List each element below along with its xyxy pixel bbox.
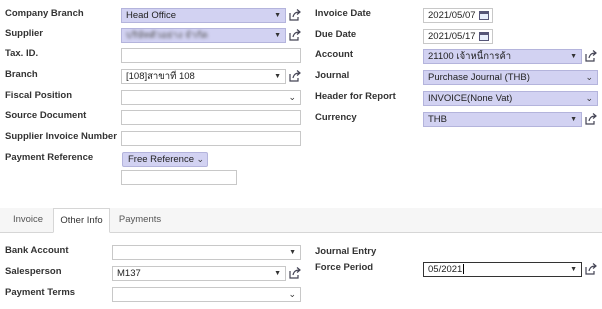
notebook-tab-bar: Invoice Other Info Payments (0, 208, 602, 233)
dropdown-arrow-icon: ▼ (570, 53, 577, 60)
force-period-select[interactable]: 05/2021 ▼ (423, 262, 582, 277)
supplier-value: บริษัทตัวอย่าง จำกัด (126, 30, 208, 41)
salesperson-label: Salesperson (5, 266, 62, 277)
salesperson-value: M137 (117, 268, 141, 279)
dropdown-arrow-icon: ▼ (570, 266, 577, 273)
calendar-icon[interactable] (479, 32, 489, 41)
payment-reference-value: Free Reference (128, 154, 195, 165)
invoice-date-value: 2021/05/07 (428, 10, 476, 21)
dropdown-arrow-icon: ▼ (274, 12, 281, 19)
dropdown-arrow-icon: ▼ (289, 249, 296, 256)
chevron-down-icon: ⌄ (585, 72, 593, 82)
tab-payments[interactable]: Payments (112, 208, 168, 232)
company-branch-select[interactable]: Head Office ▼ (121, 8, 286, 23)
text-cursor (463, 264, 465, 275)
supplier-invoice-number-input[interactable] (121, 131, 301, 146)
dropdown-arrow-icon: ▼ (274, 32, 281, 39)
external-link-icon[interactable] (585, 113, 597, 125)
payment-terms-label: Payment Terms (5, 287, 76, 298)
payment-terms-select[interactable]: ⌄ (112, 287, 301, 302)
payment-reference-label: Payment Reference (5, 152, 94, 163)
chevron-down-icon: ⌄ (585, 93, 593, 103)
journal-entry-label: Journal Entry (315, 246, 377, 257)
dropdown-arrow-icon: ▼ (570, 116, 577, 123)
bank-account-select[interactable]: ▼ (112, 245, 301, 260)
header-for-report-value: INVOICE(None Vat) (428, 93, 513, 104)
currency-select[interactable]: THB ▼ (423, 112, 582, 127)
fiscal-position-label: Fiscal Position (5, 90, 73, 101)
payment-reference-input[interactable] (121, 170, 237, 185)
external-link-icon[interactable] (585, 50, 597, 62)
calendar-icon[interactable] (479, 11, 489, 20)
tab-invoice[interactable]: Invoice (5, 208, 51, 232)
external-link-icon[interactable] (289, 267, 301, 279)
due-date-label: Due Date (315, 29, 357, 40)
journal-value: Purchase Journal (THB) (428, 72, 530, 83)
source-document-input[interactable] (121, 110, 301, 125)
force-period-value: 05/2021 (428, 264, 463, 275)
branch-select[interactable]: [108]สาขาที่ 108 ▼ (121, 69, 286, 84)
supplier-label: Supplier (5, 28, 44, 39)
external-link-icon[interactable] (585, 263, 597, 275)
invoice-date-label: Invoice Date (315, 8, 371, 19)
tax-id-label: Tax. ID. (5, 48, 39, 59)
branch-label: Branch (5, 69, 38, 80)
currency-label: Currency (315, 112, 357, 123)
company-branch-value: Head Office (126, 10, 176, 21)
fiscal-position-select[interactable]: ⌄ (121, 90, 301, 105)
currency-value: THB (428, 114, 447, 125)
dropdown-arrow-icon: ▼ (274, 73, 281, 80)
branch-value: [108]สาขาที่ 108 (126, 71, 195, 82)
external-link-icon[interactable] (289, 70, 301, 82)
chevron-down-icon: ⌄ (288, 289, 296, 299)
external-link-icon[interactable] (289, 29, 301, 41)
account-select[interactable]: 21100 เจ้าหนี้การค้า ▼ (423, 49, 582, 64)
due-date-value: 2021/05/17 (428, 31, 476, 42)
dropdown-arrow-icon: ▼ (274, 270, 281, 277)
source-document-label: Source Document (5, 110, 87, 121)
tax-id-input[interactable] (121, 48, 301, 63)
external-link-icon[interactable] (289, 9, 301, 21)
salesperson-select[interactable]: M137 ▼ (112, 266, 286, 281)
journal-select[interactable]: Purchase Journal (THB) ⌄ (423, 70, 598, 85)
company-branch-label: Company Branch (5, 8, 84, 19)
journal-label: Journal (315, 70, 350, 81)
tab-other-info[interactable]: Other Info (53, 208, 110, 233)
header-for-report-label: Header for Report (315, 91, 396, 102)
supplier-invoice-number-label: Supplier Invoice Number (5, 131, 117, 142)
account-value: 21100 เจ้าหนี้การค้า (428, 51, 512, 62)
bank-account-label: Bank Account (5, 245, 69, 256)
chevron-down-icon: ⌄ (288, 92, 296, 102)
chevron-down-icon: ⌄ (196, 154, 204, 164)
header-for-report-select[interactable]: INVOICE(None Vat) ⌄ (423, 91, 598, 106)
force-period-label: Force Period (315, 262, 374, 273)
payment-reference-select[interactable]: Free Reference ⌄ (122, 152, 208, 167)
supplier-select[interactable]: บริษัทตัวอย่าง จำกัด ▼ (121, 28, 286, 43)
account-label: Account (315, 49, 353, 60)
due-date-input[interactable]: 2021/05/17 (423, 29, 493, 44)
invoice-date-input[interactable]: 2021/05/07 (423, 8, 493, 23)
